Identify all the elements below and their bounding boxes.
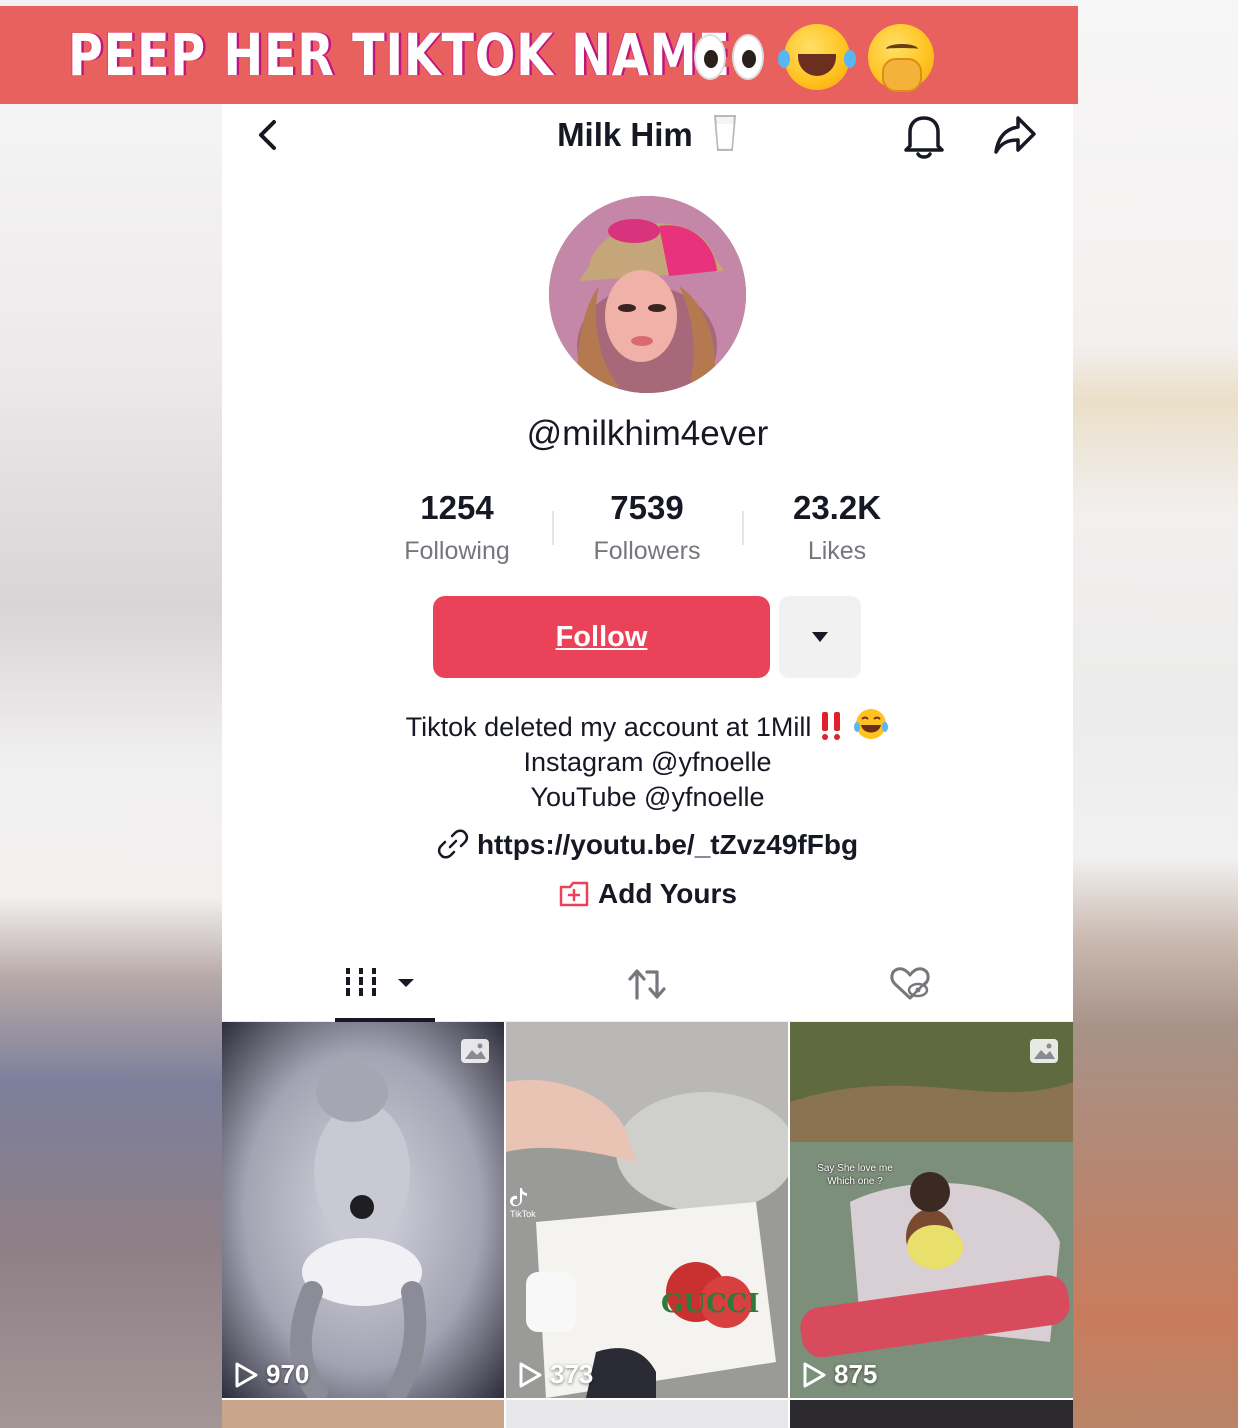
profile-handle: @milkhim4ever	[526, 414, 769, 453]
bell-icon[interactable]	[902, 112, 946, 160]
video-tile[interactable]: 970	[222, 1022, 504, 1398]
banner-emojis	[694, 24, 934, 92]
video-thumbnail-baby	[222, 1022, 504, 1398]
profile-screen: Milk Him @milkhim4ever 1254 Following 75…	[222, 104, 1073, 1428]
stat-followers-label: Followers	[593, 537, 701, 565]
content-tabs	[222, 946, 1073, 1022]
video-tile-partial[interactable]	[506, 1400, 788, 1428]
caret-down-icon	[812, 632, 828, 642]
view-count: 970	[234, 1359, 309, 1390]
video-grid: 970 GUCCI TikTok 373 Say She love me Whi…	[222, 1022, 1073, 1428]
tears-of-joy-icon	[854, 709, 889, 739]
bio-line-3: YouTube @yfnoelle	[530, 782, 765, 812]
video-tile[interactable]: GUCCI TikTok 373	[506, 1022, 788, 1398]
bio-line-1: Tiktok deleted my account at 1Mill	[222, 707, 1073, 745]
top-nav: Milk Him	[222, 104, 1073, 166]
stat-followers[interactable]: 7539 Followers	[552, 489, 742, 566]
video-tile-partial[interactable]	[222, 1400, 504, 1428]
glass-of-milk-icon	[713, 115, 737, 151]
view-count: 373	[518, 1359, 593, 1390]
stat-following-value: 1254	[420, 489, 494, 526]
repost-icon	[628, 969, 666, 1000]
view-count-text: 875	[834, 1359, 878, 1389]
tiktok-watermark-text: TikTok	[510, 1209, 536, 1219]
page-title-text: Milk Him	[557, 116, 693, 153]
stat-following[interactable]: 1254 Following	[362, 489, 552, 566]
background-blur-right	[1073, 0, 1238, 1428]
view-count-text: 373	[550, 1359, 594, 1389]
tiktok-logo-icon	[510, 1188, 527, 1207]
tears-of-joy-emoji-icon	[778, 24, 850, 90]
add-yours-text: Add Yours	[598, 878, 737, 909]
photo-mode-icon	[461, 1039, 489, 1063]
follow-button[interactable]: Follow	[433, 596, 770, 678]
stat-followers-value: 7539	[610, 489, 684, 526]
stat-likes-label: Likes	[807, 537, 867, 565]
profile-avatar[interactable]	[549, 196, 746, 393]
svg-text:GUCCI: GUCCI	[661, 1289, 759, 1319]
tab-reposts[interactable]	[547, 946, 747, 1022]
view-count-text: 970	[266, 1359, 310, 1389]
banner-text: PEEP HER TIKTOK NAME	[68, 21, 731, 89]
profile-link[interactable]: https://youtu.be/_tZvz49fFbg	[222, 828, 1073, 861]
profile-bio: Tiktok deleted my account at 1Mill Insta…	[222, 707, 1073, 815]
bio-line-2: Instagram @yfnoelle	[523, 747, 772, 777]
photo-mode-icon	[1030, 1039, 1058, 1063]
profile-link-text: https://youtu.be/_tZvz49fFbg	[476, 829, 859, 860]
stat-likes[interactable]: 23.2K Likes	[742, 489, 932, 566]
video-thumbnail-pool	[790, 1022, 1073, 1398]
tab-liked[interactable]	[810, 946, 1010, 1022]
view-count: 875	[802, 1359, 877, 1390]
video-tile[interactable]: Say She love me Which one ? 875	[790, 1022, 1073, 1398]
video-thumbnail-gucci-outfit: GUCCI	[506, 1022, 788, 1398]
video-caption: Say She love me Which one ?	[790, 1162, 920, 1188]
play-outline-icon	[803, 1362, 826, 1387]
video-caption-line-1: Say She love me	[817, 1163, 893, 1174]
background-blur-left	[0, 104, 222, 1428]
share-icon[interactable]	[992, 112, 1038, 158]
stat-likes-value: 23.2K	[792, 489, 882, 526]
link-icon	[437, 829, 469, 859]
double-exclamation-icon	[822, 712, 841, 740]
avatar-portrait-image	[549, 196, 746, 393]
profile-stats: 1254 Following 7539 Followers 23.2K Like…	[362, 489, 932, 569]
suggested-accounts-button[interactable]	[779, 596, 861, 678]
tiktok-watermark: TikTok	[510, 1187, 536, 1219]
grid-columns-icon	[346, 968, 414, 996]
bio-line-1-text: Tiktok deleted my account at 1Mill	[405, 712, 812, 742]
tab-videos[interactable]	[285, 946, 485, 1022]
eyes-emoji-icon	[694, 29, 766, 85]
stat-following-label: Following	[404, 537, 510, 565]
add-yours-icon	[559, 881, 589, 907]
hand-over-mouth-emoji-icon	[868, 24, 934, 92]
hidden-heart-icon	[890, 967, 930, 1000]
play-outline-icon	[235, 1362, 258, 1387]
video-tile-partial[interactable]	[790, 1400, 1073, 1428]
play-outline-icon	[519, 1362, 542, 1387]
add-yours-button[interactable]: Add Yours	[222, 878, 1073, 910]
video-caption-line-2: Which one ?	[827, 1176, 883, 1187]
